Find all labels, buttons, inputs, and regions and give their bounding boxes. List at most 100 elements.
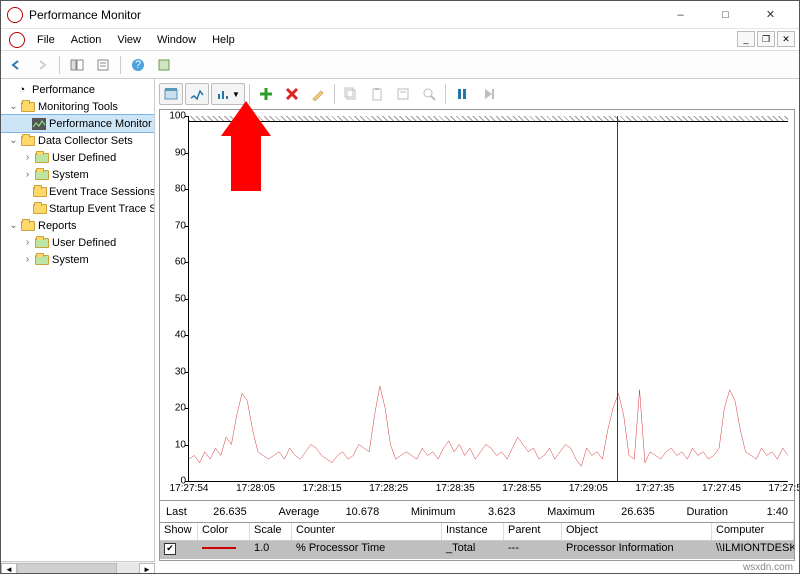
expand-icon[interactable]: › [21,169,34,180]
col-show[interactable]: Show [160,523,198,540]
tree-reports-ud[interactable]: ›User Defined [1,234,154,251]
line-plot [189,116,788,481]
time-cursor [617,116,618,481]
chart-plot-area: 010203040506070809010017:27:5417:28:0517… [188,116,788,482]
show-checkbox[interactable]: ✔ [164,543,176,555]
update-button[interactable] [476,83,500,105]
x-tick-label: 17:27:35 [635,483,674,494]
close-button[interactable]: ✕ [748,1,793,29]
tree-userdef[interactable]: ›User Defined [1,149,154,166]
folder-icon [20,219,36,233]
menu-file[interactable]: File [29,32,63,48]
tree-monitoring[interactable]: ⌄Monitoring Tools [1,98,154,115]
folder-icon [33,202,47,216]
x-tick-label: 17:27:54 [170,483,209,494]
x-tick-label: 17:27:53 [769,483,800,494]
folder-icon [20,134,36,148]
col-scale[interactable]: Scale [250,523,292,540]
tree-dcs[interactable]: ⌄Data Collector Sets [1,132,154,149]
menu-view[interactable]: View [109,32,149,48]
highlight-button[interactable] [306,83,330,105]
expand-icon[interactable]: › [21,254,34,265]
row-counter: % Processor Time [292,541,442,559]
counters-header: Show Color Scale Counter Instance Parent… [160,523,794,541]
paste-button[interactable] [365,83,389,105]
tree-sets[interactable]: Startup Event Trace Sessions [1,200,154,217]
perf-icon: ◔ [14,83,30,97]
col-color[interactable]: Color [198,523,250,540]
folder-green-icon [34,151,50,165]
col-instance[interactable]: Instance [442,523,504,540]
body: ◔Performance ⌄Monitoring Tools Performan… [1,79,799,561]
tree-hscrollbar[interactable]: ◄ ► [1,561,155,574]
mmc-icon [9,32,25,48]
counter-row[interactable]: ✔ 1.0 % Processor Time _Total --- Proces… [160,541,794,559]
menu-window[interactable]: Window [149,32,204,48]
collapse-icon[interactable]: ⌄ [7,101,20,112]
col-object[interactable]: Object [562,523,712,540]
mdi-close[interactable]: ✕ [777,31,795,47]
col-counter[interactable]: Counter [292,523,442,540]
app-icon [7,7,23,23]
help-button[interactable]: ? [127,54,149,76]
tree-root[interactable]: ◔Performance [1,81,154,98]
menu-help[interactable]: Help [204,32,243,48]
maximize-button[interactable]: □ [703,1,748,29]
menu-action[interactable]: Action [63,32,110,48]
x-tick-label: 17:29:05 [569,483,608,494]
scroll-track[interactable] [17,563,139,574]
report-icon [34,253,50,267]
x-tick-label: 17:28:15 [303,483,342,494]
zoom-button[interactable] [417,83,441,105]
extra-tool-button[interactable] [153,54,175,76]
watermark: wsxdn.com [743,562,793,573]
minimize-button[interactable]: – [658,1,703,29]
stat-avg-label: Average [278,506,319,518]
show-hide-tree-button[interactable] [66,54,88,76]
mdi-restore[interactable]: ❐ [757,31,775,47]
tree-system[interactable]: ›System [1,166,154,183]
tree-perfmon[interactable]: Performance Monitor [1,115,154,132]
row-parent: --- [504,541,562,559]
report-icon [34,236,50,250]
svg-text:?: ? [135,59,141,71]
stat-max-value: 26.635 [601,506,655,518]
row-computer: \\ILMIONTDESKTOP [712,541,794,559]
mdi-controls: _ ❐ ✕ [737,31,795,47]
row-scale: 1.0 [250,541,292,559]
tree-reports-sys[interactable]: ›System [1,251,154,268]
y-tick-label: 60 [175,257,186,268]
copy-button[interactable] [339,83,363,105]
mdi-minimize[interactable]: _ [737,31,755,47]
col-parent[interactable]: Parent [504,523,562,540]
expand-icon[interactable]: › [21,237,34,248]
view-log-button[interactable] [159,83,183,105]
collapse-icon[interactable]: ⌄ [7,135,20,146]
scroll-right-button[interactable]: ► [139,563,155,574]
forward-button[interactable] [31,54,53,76]
properties-button-2[interactable] [391,83,415,105]
stat-avg-value: 10.678 [325,506,379,518]
tree-ets[interactable]: Event Trace Sessions [1,183,154,200]
scroll-left-button[interactable]: ◄ [1,563,17,574]
folder-icon [33,185,47,199]
delete-counter-button[interactable] [280,83,304,105]
nav-tree[interactable]: ◔Performance ⌄Monitoring Tools Performan… [1,79,155,561]
add-counter-button[interactable] [254,83,278,105]
back-button[interactable] [5,54,27,76]
counters-list[interactable]: Show Color Scale Counter Instance Parent… [159,523,795,561]
chart[interactable]: 010203040506070809010017:27:5417:28:0517… [159,109,795,501]
col-computer[interactable]: Computer [712,523,794,540]
view-group-button[interactable] [185,83,209,105]
stats-bar: Last 26.635 Average 10.678 Minimum 3.623… [159,501,795,523]
expand-icon[interactable]: › [21,152,34,163]
collapse-icon[interactable]: ⌄ [7,220,20,231]
properties-button[interactable] [92,54,114,76]
freeze-button[interactable] [450,83,474,105]
chart-type-button[interactable]: ▼ [211,83,245,105]
tree-reports[interactable]: ⌄Reports [1,217,154,234]
main-pane: ▼ 010203040506070809 [155,79,799,561]
y-tick-label: 100 [169,111,186,122]
x-tick-label: 17:28:35 [436,483,475,494]
scroll-thumb[interactable] [17,563,117,574]
